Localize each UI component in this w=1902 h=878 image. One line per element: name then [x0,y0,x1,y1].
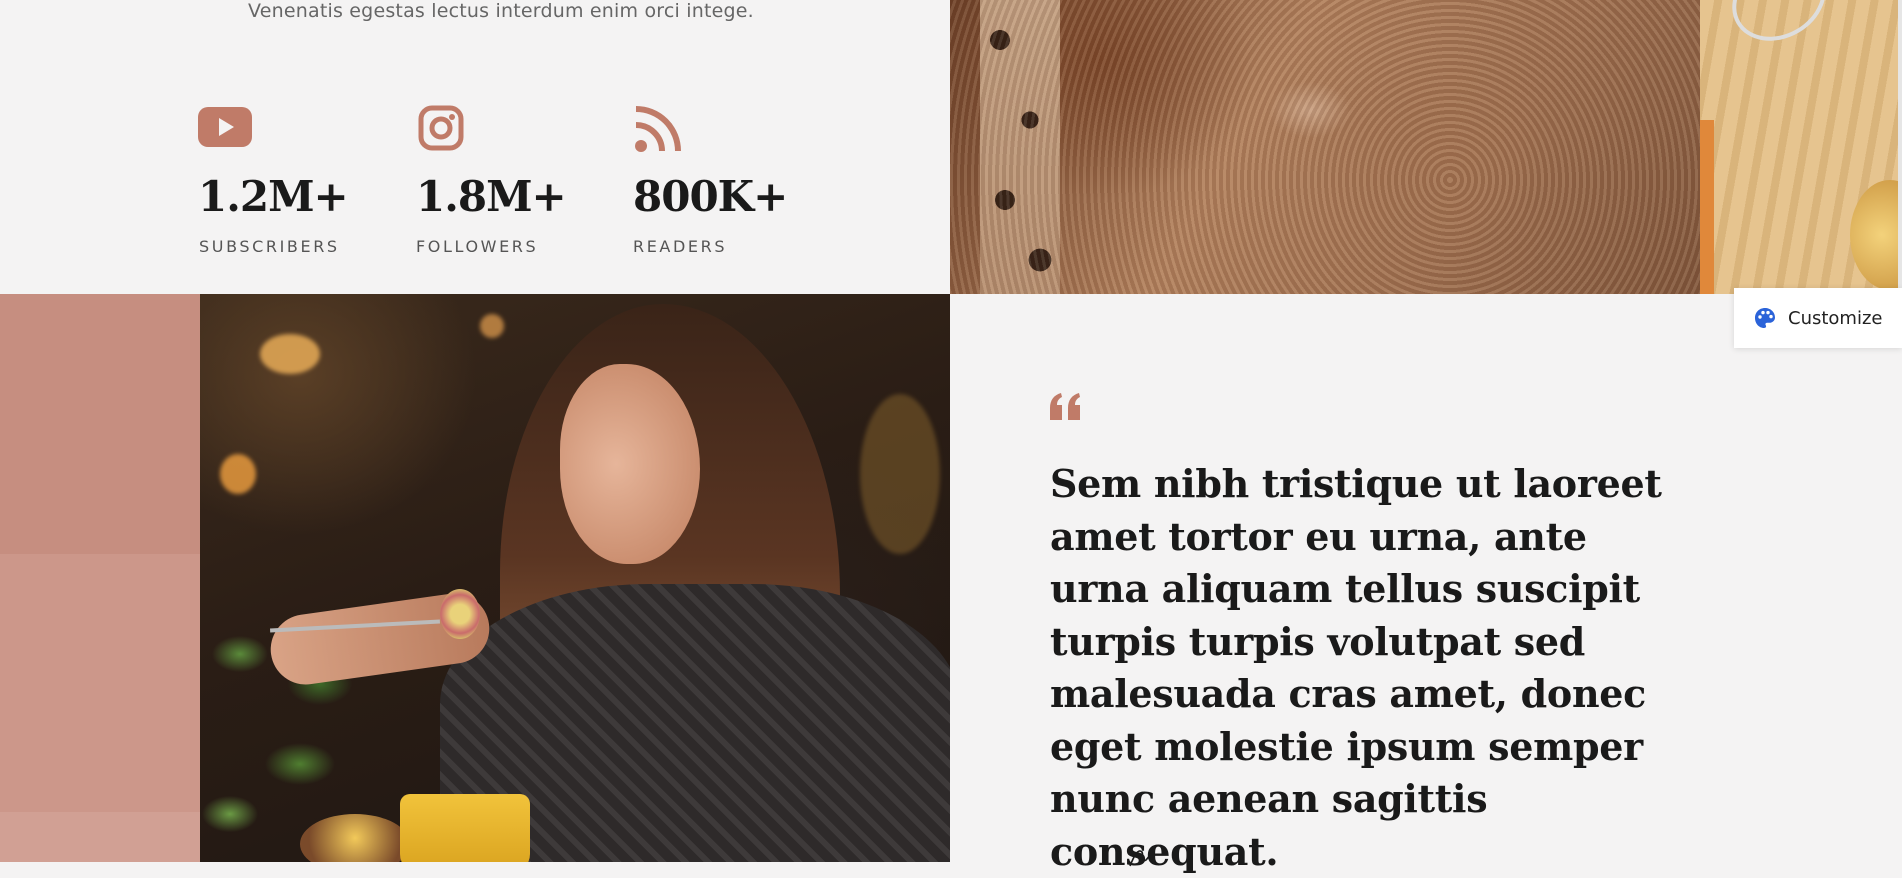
accent-block [0,812,200,862]
photo-detail [1700,120,1714,294]
stat-label: FOLLOWERS [416,237,539,256]
accent-block [0,294,200,554]
stat-value: 1.2M+ [198,172,349,221]
youtube-icon[interactable] [198,105,252,149]
fur-coat-photo [950,0,1700,294]
testimonial-quote: Sem nibh tristique ut laoreet amet torto… [1050,461,1662,874]
divider [1898,0,1902,294]
photo-detail [440,589,480,639]
photo-texture [950,0,1700,294]
stats-section: 1.2M+ SUBSCRIBERS 1.8M+ FOLLOWERS 800K+ … [0,0,950,294]
stat-value: 1.8M+ [416,172,567,221]
photo-detail [860,394,940,554]
customize-label: Customize [1788,307,1883,329]
stat-label: SUBSCRIBERS [199,237,340,256]
food-photo [1700,0,1902,294]
photo-detail [1717,0,1841,58]
palette-icon [1755,308,1775,328]
customize-button[interactable]: Customize [1734,288,1902,348]
quote-icon [1050,393,1080,420]
photo-detail [300,814,410,862]
accent-block [0,554,200,812]
signature-image [1129,850,1155,867]
photo-detail [220,454,256,494]
photo-detail [1850,180,1902,290]
photo-detail [400,794,530,862]
instagram-icon[interactable] [418,105,464,151]
woman-eating-photo [200,294,950,862]
photo-detail [480,314,504,338]
stat-label: READERS [633,237,728,256]
photo-detail [260,334,320,374]
rss-icon[interactable] [634,105,682,153]
stat-value: 800K+ [633,172,788,221]
